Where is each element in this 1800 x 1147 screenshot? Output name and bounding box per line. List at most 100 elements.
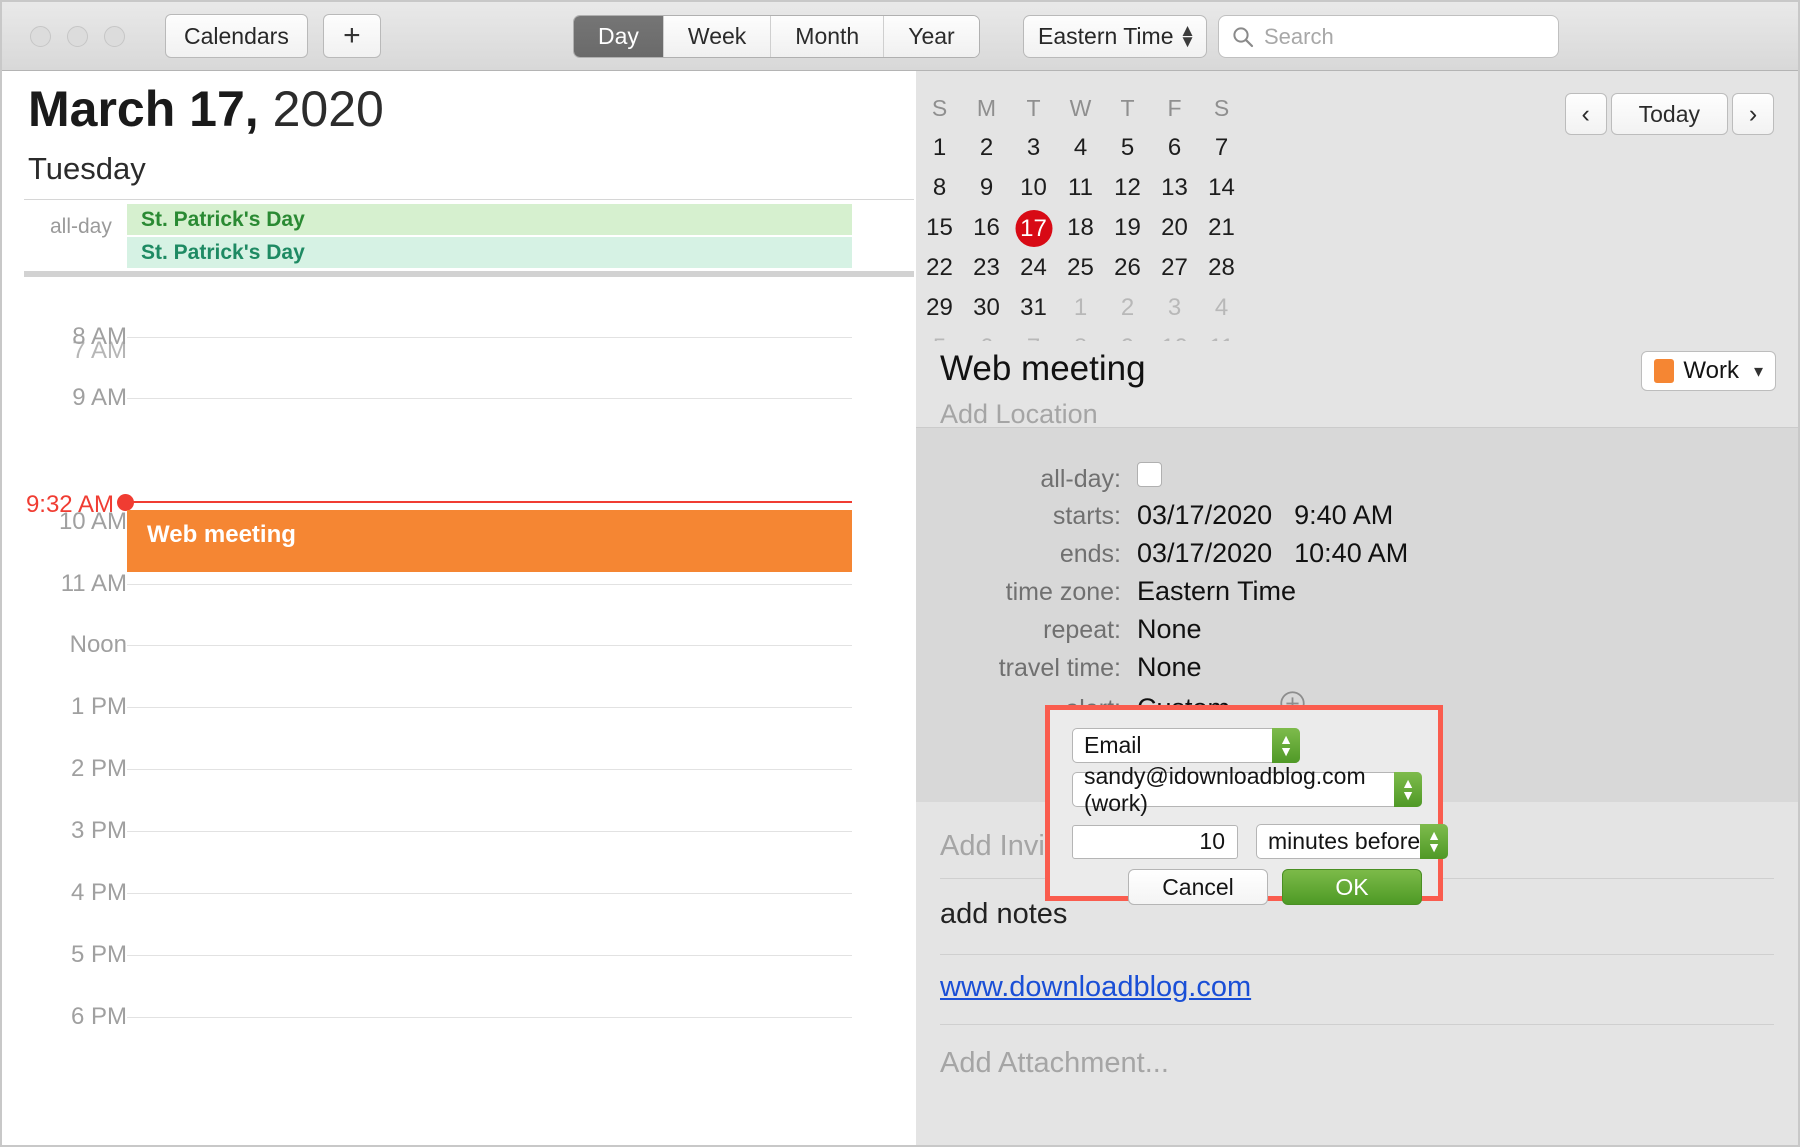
mini-calendar-day[interactable]: 20 bbox=[1151, 208, 1198, 248]
allday-event[interactable]: St. Patrick's Day bbox=[127, 204, 852, 235]
next-day-button[interactable]: › bbox=[1732, 93, 1774, 135]
mini-calendar-day[interactable]: 26 bbox=[1104, 248, 1151, 288]
zoom-button[interactable] bbox=[104, 26, 125, 47]
mini-calendar-day[interactable]: 27 bbox=[1151, 248, 1198, 288]
alert-amount-input[interactable]: 10 bbox=[1072, 825, 1238, 859]
tab-day[interactable]: Day bbox=[574, 16, 664, 57]
mini-calendar-day[interactable]: 2 bbox=[963, 128, 1010, 168]
current-time-label: 9:32 AM bbox=[22, 491, 114, 519]
mini-calendar-day[interactable]: 9 bbox=[963, 168, 1010, 208]
chevron-updown-icon: ▲▼ bbox=[1179, 26, 1196, 47]
mini-calendar-day[interactable]: 25 bbox=[1057, 248, 1104, 288]
mini-calendar-day[interactable]: 31 bbox=[1010, 288, 1057, 328]
add-notes-field[interactable]: add notes bbox=[940, 898, 1067, 931]
event-url-link[interactable]: www.downloadblog.com bbox=[940, 971, 1251, 1004]
weekday-header: S bbox=[1198, 71, 1245, 128]
search-field[interactable]: Search bbox=[1218, 15, 1559, 58]
mini-calendar-week-row: 1234567 bbox=[916, 128, 1316, 168]
alert-recipient-dropdown[interactable]: sandy@idownloadblog.com (work) ▲▼ bbox=[1072, 772, 1422, 807]
add-attachment-field[interactable]: Add Attachment... bbox=[940, 1047, 1169, 1080]
alert-type-dropdown[interactable]: Email ▲▼ bbox=[1072, 728, 1300, 763]
alert-recipient-row: sandy@idownloadblog.com (work) ▲▼ bbox=[1072, 772, 1422, 807]
hour-label-noon: Noon bbox=[27, 631, 127, 659]
mini-calendar-week-row: 891011121314 bbox=[916, 168, 1316, 208]
allday-event[interactable]: St. Patrick's Day bbox=[127, 237, 852, 268]
mini-calendar-day[interactable]: 4 bbox=[1057, 128, 1104, 168]
mini-calendar-day[interactable]: 2 bbox=[1104, 288, 1151, 328]
event-title[interactable]: Web meeting bbox=[940, 349, 1146, 389]
mini-calendar-day[interactable]: 19 bbox=[1104, 208, 1151, 248]
event-block-title: Web meeting bbox=[147, 521, 296, 549]
mini-calendar-day[interactable]: 6 bbox=[1151, 128, 1198, 168]
mini-calendar-day[interactable]: 4 bbox=[1198, 288, 1245, 328]
mini-calendar-day[interactable]: 3 bbox=[1010, 128, 1057, 168]
mini-calendar-day[interactable]: 1 bbox=[1057, 288, 1104, 328]
mini-calendar-day[interactable]: 14 bbox=[1198, 168, 1245, 208]
today-button[interactable]: Today bbox=[1611, 93, 1728, 135]
calendar-picker[interactable]: Work ▾ bbox=[1641, 351, 1776, 391]
travel-time-field-label: travel time: bbox=[916, 654, 1121, 683]
timezone-value[interactable]: Eastern Time bbox=[1137, 576, 1296, 607]
mini-calendar-day[interactable]: 21 bbox=[1198, 208, 1245, 248]
hour-label-2pm: 2 PM bbox=[27, 755, 127, 783]
tab-week[interactable]: Week bbox=[664, 16, 771, 57]
stepper-icon[interactable]: ▲▼ bbox=[1272, 728, 1300, 763]
mini-calendar-day[interactable]: 29 bbox=[916, 288, 963, 328]
cancel-button[interactable]: Cancel bbox=[1128, 869, 1268, 905]
mini-calendar-day[interactable]: 28 bbox=[1198, 248, 1245, 288]
mini-calendar-day[interactable]: 5 bbox=[1104, 128, 1151, 168]
field-row-travel-time: travel time: None bbox=[916, 652, 1202, 683]
minimize-button[interactable] bbox=[67, 26, 88, 47]
mini-calendar-day[interactable]: 23 bbox=[963, 248, 1010, 288]
calendars-button[interactable]: Calendars bbox=[165, 14, 308, 58]
mini-calendar-day[interactable]: 22 bbox=[916, 248, 963, 288]
alert-unit-dropdown[interactable]: minutes before ▲▼ bbox=[1256, 824, 1448, 859]
mini-calendar-day[interactable]: 16 bbox=[963, 208, 1010, 248]
mini-calendar-day[interactable]: 12 bbox=[1104, 168, 1151, 208]
mini-calendar-day-today[interactable]: 17 bbox=[1010, 208, 1057, 248]
allday-checkbox[interactable] bbox=[1137, 462, 1162, 487]
hour-label-1pm: 1 PM bbox=[27, 693, 127, 721]
close-button[interactable] bbox=[30, 26, 51, 47]
mini-calendar-day[interactable]: 7 bbox=[1198, 128, 1245, 168]
tab-year[interactable]: Year bbox=[884, 16, 978, 57]
hour-line bbox=[127, 831, 852, 832]
hour-line bbox=[127, 1017, 852, 1018]
previous-day-button[interactable]: ‹ bbox=[1565, 93, 1607, 135]
starts-date-value[interactable]: 03/17/2020 bbox=[1137, 500, 1272, 531]
weekday-header: F bbox=[1151, 71, 1198, 128]
timezone-dropdown[interactable]: Eastern Time ▲▼ bbox=[1023, 15, 1207, 58]
mini-calendar-day[interactable]: 15 bbox=[916, 208, 963, 248]
mini-calendar-day[interactable]: 11 bbox=[1057, 168, 1104, 208]
stepper-icon[interactable]: ▲▼ bbox=[1394, 772, 1422, 807]
alert-unit-value: minutes before bbox=[1268, 828, 1420, 855]
starts-time-value[interactable]: 9:40 AM bbox=[1294, 500, 1393, 531]
tab-month[interactable]: Month bbox=[771, 16, 884, 57]
ok-button[interactable]: OK bbox=[1282, 869, 1422, 905]
mini-calendar-day[interactable]: 8 bbox=[916, 168, 963, 208]
calendar-event-block[interactable]: Web meeting bbox=[127, 510, 852, 572]
stepper-icon[interactable]: ▲▼ bbox=[1420, 824, 1448, 859]
calendar-nav-group: ‹ Today › bbox=[1565, 93, 1774, 135]
hour-line bbox=[127, 769, 852, 770]
repeat-value[interactable]: None bbox=[1137, 614, 1202, 645]
add-event-button[interactable]: + bbox=[323, 14, 381, 58]
window-toolbar: Calendars + Day Week Month Year Eastern … bbox=[2, 2, 1798, 71]
mini-calendar: S M T W T F S 12345678910111213141516171… bbox=[916, 71, 1316, 368]
hour-label-5pm: 5 PM bbox=[27, 941, 127, 969]
hour-label-11am: 11 AM bbox=[27, 570, 127, 598]
mini-calendar-day[interactable]: 24 bbox=[1010, 248, 1057, 288]
alert-type-value: Email bbox=[1084, 732, 1142, 759]
ends-date-value[interactable]: 03/17/2020 bbox=[1137, 538, 1272, 569]
mini-calendar-day[interactable]: 3 bbox=[1151, 288, 1198, 328]
event-location-placeholder[interactable]: Add Location bbox=[940, 399, 1098, 430]
mini-calendar-day[interactable]: 1 bbox=[916, 128, 963, 168]
ends-field-label: ends: bbox=[916, 540, 1121, 569]
mini-calendar-day[interactable]: 13 bbox=[1151, 168, 1198, 208]
travel-time-value[interactable]: None bbox=[1137, 652, 1202, 683]
mini-calendar-day[interactable]: 10 bbox=[1010, 168, 1057, 208]
ends-time-value[interactable]: 10:40 AM bbox=[1294, 538, 1408, 569]
hour-line bbox=[127, 955, 852, 956]
mini-calendar-day[interactable]: 18 bbox=[1057, 208, 1104, 248]
mini-calendar-day[interactable]: 30 bbox=[963, 288, 1010, 328]
